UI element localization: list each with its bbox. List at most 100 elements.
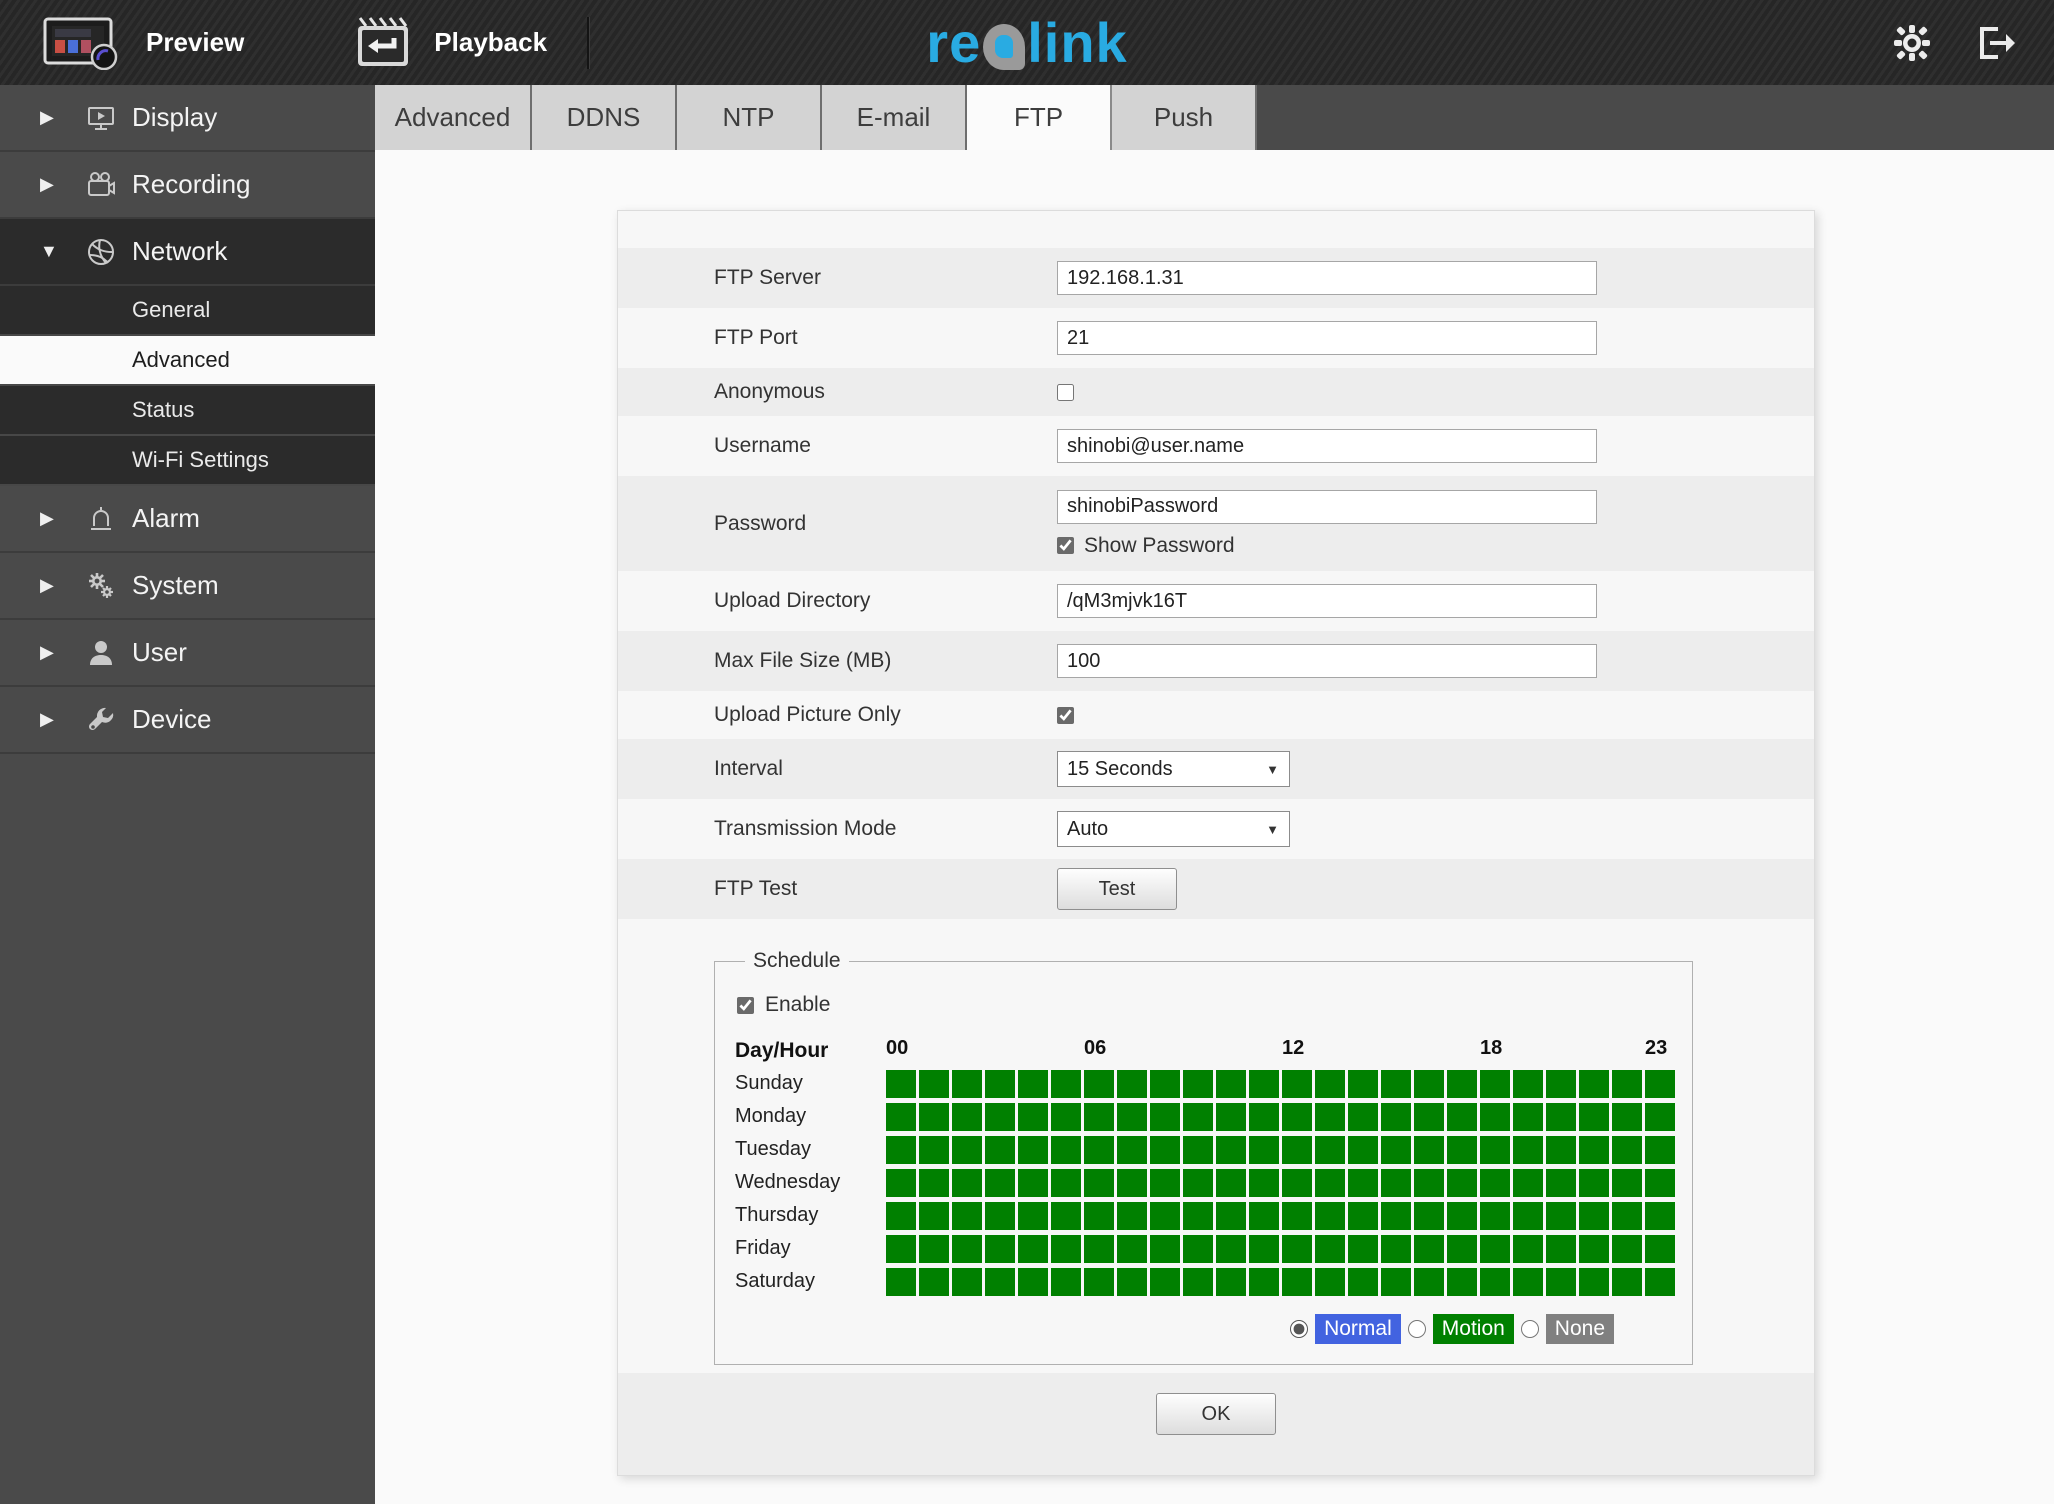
schedule-cell[interactable]	[1051, 1102, 1081, 1131]
ftp-port-input[interactable]	[1057, 321, 1597, 355]
schedule-cell[interactable]	[1150, 1135, 1180, 1164]
schedule-cell[interactable]	[1414, 1168, 1444, 1197]
schedule-cell[interactable]	[1348, 1102, 1378, 1131]
schedule-cell[interactable]	[1315, 1102, 1345, 1131]
password-input[interactable]	[1057, 489, 1597, 524]
settings-gear-icon[interactable]	[1892, 23, 1932, 63]
schedule-cell[interactable]	[1546, 1102, 1576, 1131]
sidebar-subitem-status[interactable]: Status	[0, 386, 375, 436]
schedule-cell[interactable]	[1612, 1234, 1642, 1263]
schedule-cell[interactable]	[1018, 1168, 1048, 1197]
schedule-cell[interactable]	[1645, 1267, 1675, 1296]
schedule-type-radio-normal[interactable]	[1290, 1320, 1309, 1338]
sidebar-subitem-general[interactable]: General	[0, 286, 375, 336]
schedule-cell[interactable]	[886, 1267, 916, 1296]
schedule-cell[interactable]	[1018, 1102, 1048, 1131]
schedule-cell[interactable]	[1480, 1135, 1510, 1164]
tab-ddns[interactable]: DDNS	[532, 85, 677, 150]
schedule-cell[interactable]	[985, 1135, 1015, 1164]
schedule-cell[interactable]	[1051, 1234, 1081, 1263]
schedule-cell[interactable]	[1150, 1168, 1180, 1197]
schedule-cell[interactable]	[1579, 1267, 1609, 1296]
schedule-cell[interactable]	[1216, 1201, 1246, 1230]
schedule-cell[interactable]	[1348, 1201, 1378, 1230]
schedule-cell[interactable]	[1645, 1135, 1675, 1164]
schedule-cell[interactable]	[1612, 1201, 1642, 1230]
schedule-cell[interactable]	[1348, 1168, 1378, 1197]
schedule-cell[interactable]	[1480, 1168, 1510, 1197]
schedule-cell[interactable]	[1315, 1267, 1345, 1296]
schedule-cell[interactable]	[1612, 1102, 1642, 1131]
schedule-cell[interactable]	[1282, 1069, 1312, 1098]
schedule-cell[interactable]	[1447, 1102, 1477, 1131]
schedule-cell[interactable]	[1117, 1234, 1147, 1263]
schedule-cell[interactable]	[886, 1234, 916, 1263]
schedule-cell[interactable]	[1216, 1135, 1246, 1164]
schedule-cell[interactable]	[1183, 1267, 1213, 1296]
schedule-cell[interactable]	[1282, 1168, 1312, 1197]
ftp-test-button[interactable]: Test	[1057, 868, 1177, 910]
sidebar-subitem-wifi-settings[interactable]: Wi-Fi Settings	[0, 436, 375, 486]
schedule-cell[interactable]	[1513, 1069, 1543, 1098]
schedule-cell[interactable]	[1018, 1069, 1048, 1098]
schedule-cell[interactable]	[1546, 1267, 1576, 1296]
schedule-cell[interactable]	[1447, 1234, 1477, 1263]
schedule-type-chip-normal[interactable]: Normal	[1315, 1314, 1401, 1344]
transmission-mode-select[interactable]: Auto ▼	[1057, 811, 1290, 847]
schedule-cell[interactable]	[1150, 1201, 1180, 1230]
schedule-cell[interactable]	[1348, 1135, 1378, 1164]
schedule-cell[interactable]	[1645, 1069, 1675, 1098]
schedule-cell[interactable]	[1513, 1168, 1543, 1197]
anonymous-checkbox[interactable]	[1057, 383, 1074, 401]
max-file-size-input[interactable]	[1057, 644, 1597, 678]
schedule-cell[interactable]	[1315, 1234, 1345, 1263]
schedule-cell[interactable]	[1150, 1102, 1180, 1131]
schedule-cell[interactable]	[1084, 1267, 1114, 1296]
schedule-cell[interactable]	[1183, 1168, 1213, 1197]
schedule-cell[interactable]	[1282, 1267, 1312, 1296]
schedule-cell[interactable]	[919, 1234, 949, 1263]
schedule-cell[interactable]	[919, 1102, 949, 1131]
schedule-cell[interactable]	[1216, 1234, 1246, 1263]
schedule-cell[interactable]	[1282, 1135, 1312, 1164]
schedule-cell[interactable]	[1579, 1201, 1609, 1230]
schedule-cell[interactable]	[919, 1069, 949, 1098]
schedule-cell[interactable]	[1315, 1201, 1345, 1230]
schedule-cell[interactable]	[1447, 1069, 1477, 1098]
schedule-cell[interactable]	[1183, 1135, 1213, 1164]
schedule-cell[interactable]	[1249, 1069, 1279, 1098]
schedule-cell[interactable]	[1414, 1267, 1444, 1296]
schedule-cell[interactable]	[1051, 1201, 1081, 1230]
schedule-cell[interactable]	[919, 1201, 949, 1230]
schedule-cell[interactable]	[1612, 1069, 1642, 1098]
schedule-cell[interactable]	[1546, 1168, 1576, 1197]
schedule-cell[interactable]	[1579, 1102, 1609, 1131]
schedule-cell[interactable]	[1381, 1201, 1411, 1230]
schedule-cell[interactable]	[1414, 1234, 1444, 1263]
schedule-cell[interactable]	[1249, 1234, 1279, 1263]
schedule-cell[interactable]	[1084, 1234, 1114, 1263]
schedule-type-radio-none[interactable]	[1520, 1320, 1539, 1338]
interval-select[interactable]: 15 Seconds ▼	[1057, 751, 1290, 787]
schedule-cell[interactable]	[1084, 1168, 1114, 1197]
schedule-cell[interactable]	[1117, 1135, 1147, 1164]
schedule-cell[interactable]	[1282, 1234, 1312, 1263]
schedule-cell[interactable]	[1381, 1267, 1411, 1296]
schedule-cell[interactable]	[1018, 1267, 1048, 1296]
username-input[interactable]	[1057, 429, 1597, 463]
schedule-cell[interactable]	[1315, 1135, 1345, 1164]
schedule-cell[interactable]	[1612, 1168, 1642, 1197]
schedule-cell[interactable]	[1480, 1201, 1510, 1230]
schedule-cell[interactable]	[1645, 1201, 1675, 1230]
sidebar-subitem-advanced[interactable]: Advanced	[0, 336, 375, 386]
tab-ftp[interactable]: FTP	[967, 85, 1112, 150]
schedule-cell[interactable]	[1150, 1069, 1180, 1098]
schedule-cell[interactable]	[1414, 1102, 1444, 1131]
schedule-cell[interactable]	[1018, 1234, 1048, 1263]
schedule-cell[interactable]	[1612, 1135, 1642, 1164]
schedule-cell[interactable]	[1249, 1102, 1279, 1131]
sidebar-item-user[interactable]: ▶ User	[0, 620, 375, 687]
schedule-cell[interactable]	[1117, 1102, 1147, 1131]
show-password-checkbox[interactable]	[1057, 537, 1074, 554]
schedule-cell[interactable]	[919, 1135, 949, 1164]
